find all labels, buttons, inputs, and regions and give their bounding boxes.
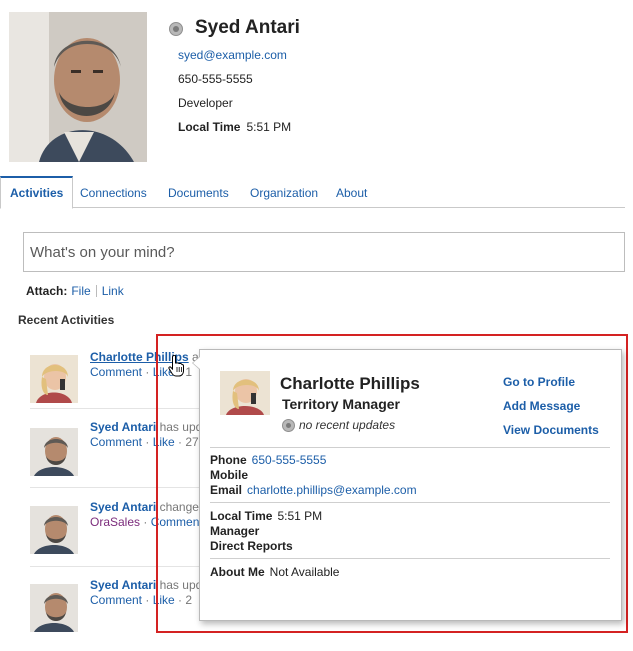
manager-label: Manager [210,524,260,538]
recent-activities-title: Recent Activities [18,313,115,327]
popup-mobile-row: Mobile [210,468,253,482]
phone-label: Phone [210,453,247,467]
attach-file-link[interactable]: File [71,284,90,298]
local-time-label: Local Time [178,120,241,134]
local-time-label: Local Time [210,509,273,523]
attach-divider [95,285,97,297]
view-documents-link[interactable]: View Documents [503,423,599,437]
activity-avatar[interactable] [30,355,78,403]
comment-link[interactable]: Comment [90,435,142,449]
local-time-value: 5:51 PM [277,509,323,523]
popup-divider [210,447,610,448]
tab-connections[interactable]: Connections [71,176,156,208]
phone-link[interactable]: 650-555-5555 [252,453,327,467]
activity-user-link[interactable]: Syed Antari [90,578,156,592]
tab-organization[interactable]: Organization [241,176,327,208]
profile-local-time: Local Time 5:51 PM [178,120,291,134]
popup-status-text: no recent updates [299,418,396,432]
comment-link[interactable]: Comment [90,593,142,607]
popup-divider [210,502,610,503]
popup-direct-reports-row: Direct Reports [210,539,298,553]
tab-about[interactable]: About [327,176,376,208]
email-label: Email [210,483,243,497]
popup-avatar [220,371,270,415]
popup-arrow [192,356,200,370]
popup-manager-row: Manager [210,524,264,538]
activity-avatar[interactable] [30,428,78,476]
popup-divider [210,558,610,559]
add-message-link[interactable]: Add Message [503,399,580,413]
local-time-value: 5:51 PM [246,120,292,134]
popup-status: no recent updates [282,418,395,432]
popup-phone-row: Phone 650-555-5555 [210,453,326,467]
popup-about-row: About Me Not Available [210,565,339,579]
activity-user-link[interactable]: Syed Antari [90,500,156,514]
activity-avatar[interactable] [30,584,78,632]
orasales-link[interactable]: OraSales [90,515,140,529]
presence-offline-icon [282,419,295,432]
popup-job-title: Territory Manager [282,396,400,412]
activity-user-link[interactable]: Syed Antari [90,420,156,434]
direct-reports-label: Direct Reports [210,539,293,553]
popup-time-row: Local Time 5:51 PM [210,509,322,523]
profile-tabs: Activities Connections Documents Organiz… [0,176,625,209]
profile-email-link[interactable]: syed@example.com [178,48,287,62]
about-me-value: Not Available [269,565,340,579]
attach-label: Attach: [26,284,68,298]
presence-offline-icon [169,22,183,36]
tab-activities[interactable]: Activities [0,176,74,209]
attach-link-link[interactable]: Link [102,284,124,298]
profile-phone: 650-555-5555 [178,72,253,86]
profile-photo [9,12,147,162]
hand-cursor-icon [168,355,184,377]
popup-email-row: Email charlotte.phillips@example.com [210,483,417,497]
attach-row: Attach: File Link [26,284,124,298]
mobile-label: Mobile [210,468,248,482]
popup-name: Charlotte Phillips [280,374,420,393]
activity-avatar[interactable] [30,506,78,554]
profile-job-title: Developer [178,96,233,110]
about-me-label: About Me [210,565,265,579]
go-to-profile-link[interactable]: Go to Profile [503,375,575,389]
comment-link[interactable]: Comment [90,365,142,379]
status-input[interactable] [23,232,625,272]
profile-hover-card: Charlotte Phillips Territory Manager no … [192,349,622,621]
profile-name: Syed Antari [195,17,300,38]
email-link[interactable]: charlotte.phillips@example.com [247,483,417,497]
tab-documents[interactable]: Documents [159,176,238,208]
